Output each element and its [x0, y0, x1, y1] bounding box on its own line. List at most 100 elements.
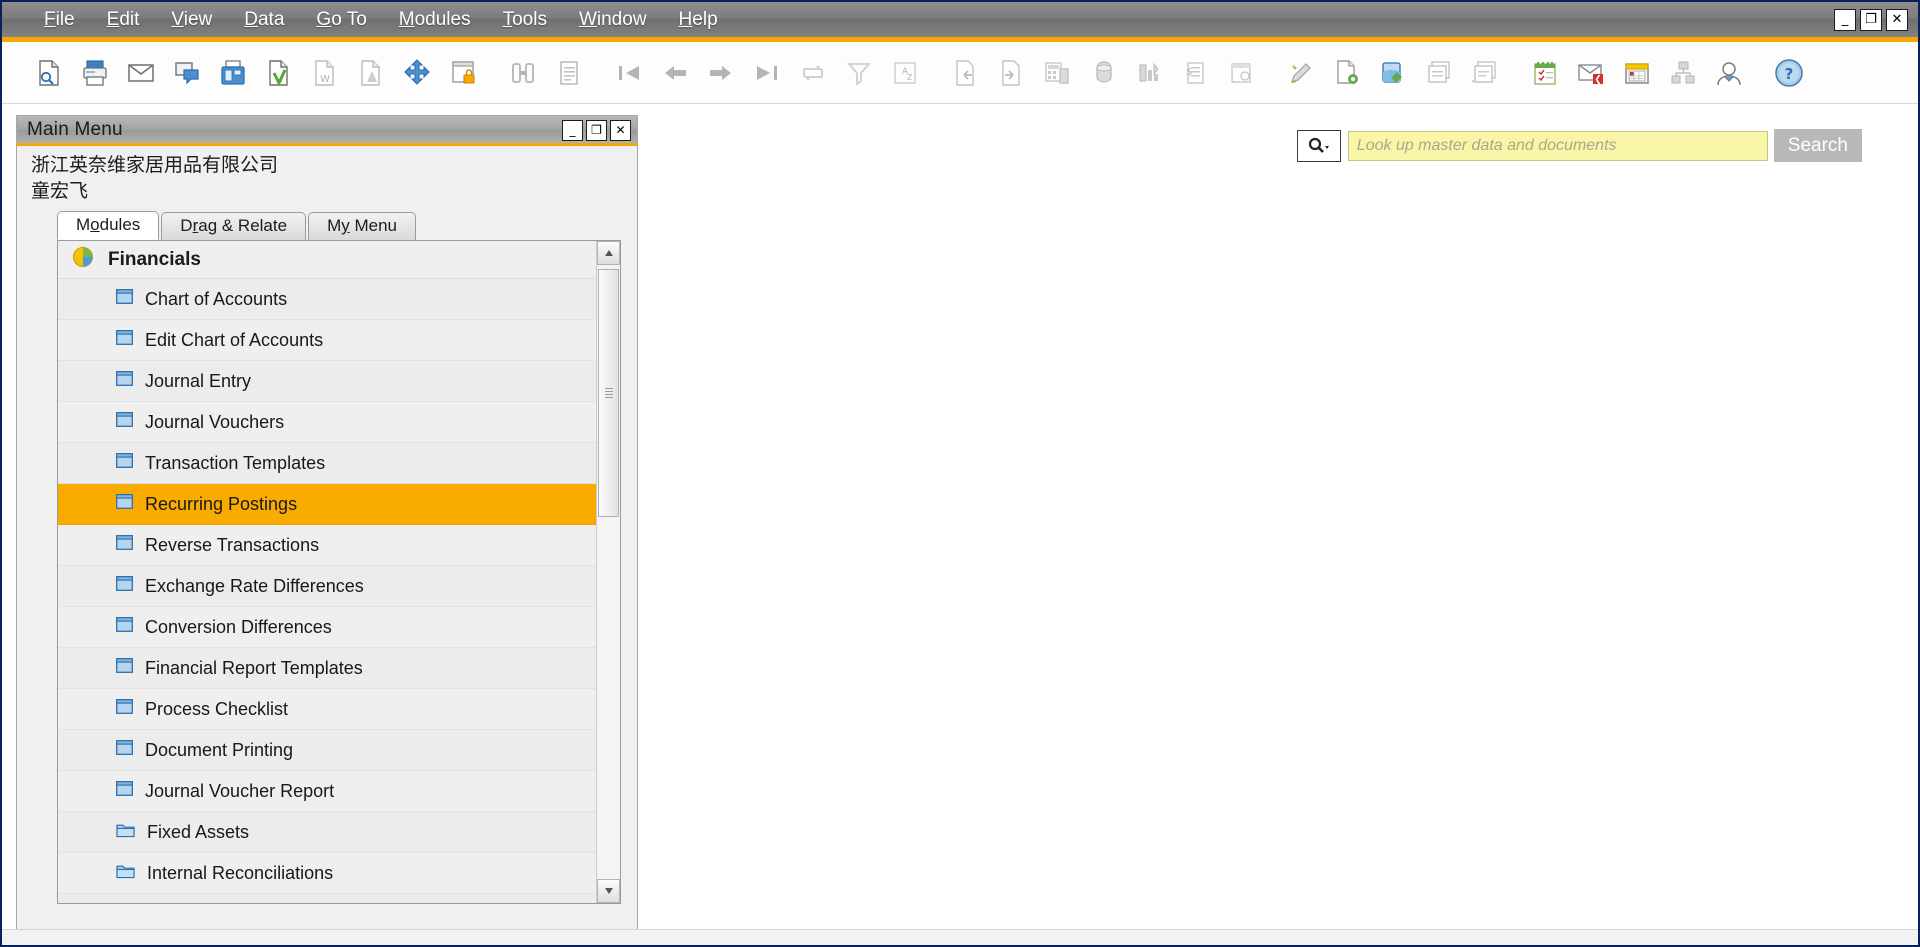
menu-item-file[interactable]: File: [28, 7, 91, 33]
email-icon[interactable]: [118, 51, 164, 95]
calendar-icon[interactable]: [1614, 51, 1660, 95]
list-item[interactable]: Fixed Assets: [58, 812, 596, 853]
list-item-label: Journal Vouchers: [145, 411, 285, 432]
list-item[interactable]: Financial Report Templates: [58, 648, 596, 689]
close-icon[interactable]: ✕: [1886, 8, 1908, 31]
main-menu-window: Main Menu _ ❐ ✕ 浙江英奈维家居用品有限公司 童宏飞 Module…: [16, 115, 638, 935]
window-icon: [116, 289, 133, 309]
query-manager-icon[interactable]: [1370, 51, 1416, 95]
list-item[interactable]: Reverse Transactions: [58, 525, 596, 566]
menu-item-help[interactable]: Help: [663, 7, 734, 33]
tab-modules[interactable]: Modules: [57, 211, 160, 240]
search-input[interactable]: [1347, 130, 1768, 161]
window-icon: [116, 371, 133, 391]
list-item[interactable]: Edit Chart of Accounts: [58, 320, 596, 361]
print-icon[interactable]: [72, 51, 118, 95]
tab-my-menu[interactable]: My Menu: [308, 212, 416, 240]
list-item-label: Reverse Transactions: [145, 534, 320, 555]
list-item[interactable]: Exchange Rate Differences: [58, 566, 596, 607]
main-menu-window-controls: _ ❐ ✕: [562, 120, 631, 141]
previous-record-icon[interactable]: [942, 51, 988, 95]
refresh-icon[interactable]: [790, 51, 836, 95]
list-item-label: Exchange Rate Differences: [145, 575, 364, 596]
gross-profit-icon[interactable]: [1126, 51, 1172, 95]
messages-icon[interactable]: [1080, 51, 1126, 95]
main-menu-close-icon[interactable]: ✕: [610, 120, 631, 141]
global-search: Search: [1296, 129, 1862, 162]
list-item[interactable]: Document Printing: [58, 730, 596, 771]
list-item-selected[interactable]: Recurring Postings: [58, 484, 596, 525]
find-icon[interactable]: [500, 51, 546, 95]
org-structure-icon[interactable]: [1660, 51, 1706, 95]
preview-document-icon[interactable]: [26, 51, 72, 95]
module-group-financials[interactable]: Financials: [58, 241, 596, 279]
item-availability-icon[interactable]: $: [1172, 51, 1218, 95]
menu-item-tools[interactable]: Tools: [487, 7, 563, 33]
search-button[interactable]: Search: [1773, 129, 1862, 162]
first-data-record-icon[interactable]: [606, 51, 652, 95]
calculator-icon[interactable]: [1034, 51, 1080, 95]
activity-icon[interactable]: [1522, 51, 1568, 95]
user-profile-icon[interactable]: [1706, 51, 1752, 95]
launch-application-icon[interactable]: [394, 51, 440, 95]
scrollbar-track[interactable]: [597, 265, 620, 879]
notes-icon[interactable]: [1416, 51, 1462, 95]
menu-help-mnemonic: H: [678, 8, 693, 30]
filter-icon[interactable]: [836, 51, 882, 95]
window-icon: [116, 330, 133, 350]
menu-item-goto[interactable]: Go To: [300, 7, 382, 33]
menu-edit-mnemonic: E: [106, 8, 120, 30]
list-item[interactable]: Process Checklist: [58, 689, 596, 730]
notes-edit-icon[interactable]: [1462, 51, 1508, 95]
minimize-icon[interactable]: _: [1834, 8, 1856, 31]
export-to-excel-icon[interactable]: [256, 51, 302, 95]
restore-icon[interactable]: ❐: [1860, 8, 1882, 31]
user-defined-fields-icon[interactable]: [1324, 51, 1370, 95]
modules-list: Financials Chart of Accounts Edit Chart …: [58, 241, 596, 903]
list-item[interactable]: Journal Entry: [58, 361, 596, 402]
fax-icon[interactable]: [210, 51, 256, 95]
toolbar-separator-3: [928, 51, 942, 95]
add-record-icon[interactable]: [546, 51, 592, 95]
scroll-up-icon[interactable]: [597, 241, 620, 265]
list-item[interactable]: Journal Voucher Report: [58, 771, 596, 812]
scrollbar-grip-icon: [604, 388, 613, 398]
export-to-word-icon[interactable]: W: [302, 51, 348, 95]
sms-icon[interactable]: [164, 51, 210, 95]
list-item[interactable]: Journal Vouchers: [58, 402, 596, 443]
alerts-icon[interactable]: ❮: [1568, 51, 1614, 95]
last-data-record-icon[interactable]: [744, 51, 790, 95]
last-prices-icon[interactable]: [1218, 51, 1264, 95]
export-to-pdf-icon[interactable]: [348, 51, 394, 95]
next-data-record-icon[interactable]: [698, 51, 744, 95]
lock-screen-icon[interactable]: [440, 51, 486, 95]
menu-item-data[interactable]: Data: [228, 7, 300, 33]
scrollbar-thumb[interactable]: [598, 269, 619, 517]
toolbar: W A Z $ ❮ ?: [2, 42, 1918, 104]
menu-data-mnemonic: D: [244, 8, 258, 30]
help-icon[interactable]: ?: [1766, 51, 1812, 95]
scroll-down-icon[interactable]: [597, 879, 620, 903]
menu-item-window[interactable]: Window: [563, 7, 663, 33]
list-item[interactable]: Conversion Differences: [58, 607, 596, 648]
list-item[interactable]: Transaction Templates: [58, 443, 596, 484]
menu-item-edit[interactable]: Edit: [91, 7, 156, 33]
modules-list-scrollbar[interactable]: [596, 241, 620, 903]
magnifier-dropdown-icon[interactable]: [1296, 129, 1341, 162]
sort-icon[interactable]: AZ: [882, 51, 928, 95]
main-menu-minimize-icon[interactable]: _: [562, 120, 583, 141]
list-item-label: Edit Chart of Accounts: [145, 329, 324, 350]
list-item-label: Fixed Assets: [147, 821, 250, 842]
list-item-label: Transaction Templates: [145, 452, 326, 473]
list-item[interactable]: Chart of Accounts: [58, 279, 596, 320]
menu-item-view[interactable]: View: [155, 7, 228, 33]
next-record-icon[interactable]: [988, 51, 1034, 95]
window-icon: [116, 453, 133, 473]
user-defined-values-icon[interactable]: [1278, 51, 1324, 95]
tab-drag-and-relate[interactable]: Drag & Relate: [161, 212, 307, 240]
menu-item-modules[interactable]: Modules: [383, 7, 487, 33]
previous-data-record-icon[interactable]: [652, 51, 698, 95]
main-menu-restore-icon[interactable]: ❐: [586, 120, 607, 141]
menu-view-mnemonic: V: [171, 8, 184, 30]
list-item[interactable]: Internal Reconciliations: [58, 853, 596, 894]
